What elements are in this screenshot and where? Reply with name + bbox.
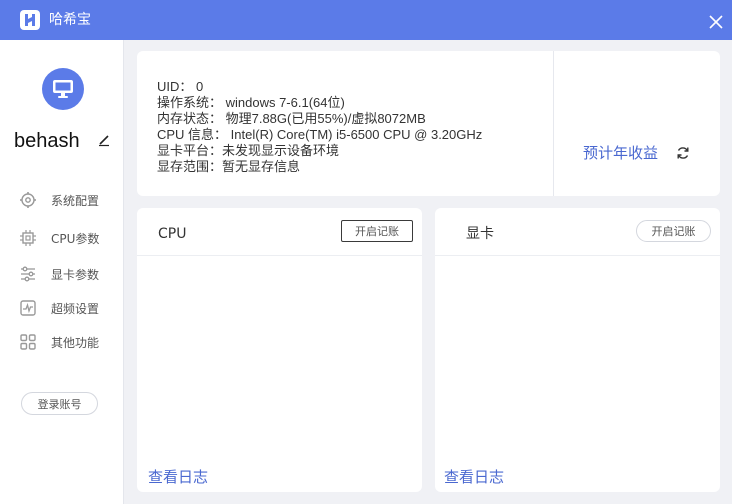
gpu-panel-title: 显卡 — [466, 226, 494, 242]
sidebar: behash 系统配置 CPU参数 显卡参数 超频设置 其他功能 登录账号 — [0, 40, 124, 504]
sidebar-item-system-config[interactable]: 系统配置 — [18, 189, 118, 211]
sidebar-item-other[interactable]: 其他功能 — [18, 331, 118, 353]
sidebar-item-overclock[interactable]: 超频设置 — [18, 297, 118, 319]
gpu-start-record-button[interactable]: 开启记账 — [636, 220, 711, 242]
gear-icon — [18, 190, 38, 210]
grid-icon — [18, 332, 38, 352]
memory-text: 内存状态： 物理7.88G(已用55%)/虚拟8072MB — [157, 111, 426, 126]
sidebar-item-cpu-params[interactable]: CPU参数 — [18, 227, 118, 249]
edit-icon[interactable] — [97, 133, 111, 147]
system-info-lines: UID： 0 操作系统： windows 7-6.1(64位) 内存状态： 物理… — [157, 79, 482, 175]
system-info-card: UID： 0 操作系统： windows 7-6.1(64位) 内存状态： 物理… — [137, 51, 720, 196]
divider — [553, 51, 554, 196]
sidebar-item-label: CPU参数 — [51, 231, 100, 246]
sidebar-item-label: 系统配置 — [51, 193, 100, 208]
cpu-panel-title: CPU — [158, 226, 187, 242]
cpu-view-log-link[interactable]: 查看日志 — [148, 467, 208, 487]
gpu-view-log-link[interactable]: 查看日志 — [444, 467, 504, 487]
sliders-icon — [18, 264, 38, 284]
refresh-icon[interactable] — [675, 145, 691, 161]
gpu-panel-header: 显卡 开启记账 — [435, 208, 720, 256]
sidebar-item-label: 显卡参数 — [51, 267, 100, 282]
monitor-icon — [53, 80, 73, 98]
app-logo-icon — [20, 10, 40, 30]
vram-text: 显存范围：暂无显存信息 — [157, 159, 301, 174]
gpu-panel: 显卡 开启记账 查看日志 — [435, 208, 720, 492]
cpu-panel-header: CPU 开启记账 — [137, 208, 422, 256]
username: behash — [14, 130, 80, 152]
gpu-platform-text: 显卡平台：未发现显示设备环境 — [157, 143, 340, 158]
close-icon[interactable] — [708, 14, 724, 30]
uid-text: UID： 0 — [157, 79, 204, 94]
avatar[interactable] — [42, 68, 84, 110]
sidebar-item-gpu-params[interactable]: 显卡参数 — [18, 263, 118, 285]
chip-icon — [18, 228, 38, 248]
login-button[interactable]: 登录账号 — [21, 392, 98, 415]
title-bar: 哈希宝 — [0, 0, 732, 40]
estimated-earnings-label[interactable]: 预计年收益 — [583, 143, 658, 163]
cpu-panel: CPU 开启记账 查看日志 — [137, 208, 422, 492]
cpu-info-text: CPU 信息： Intel(R) Core(TM) i5-6500 CPU @ … — [157, 127, 483, 142]
sidebar-item-label: 超频设置 — [51, 301, 100, 316]
sidebar-item-label: 其他功能 — [51, 335, 100, 350]
os-text: 操作系统： windows 7-6.1(64位) — [157, 95, 345, 110]
pulse-icon — [18, 298, 38, 318]
cpu-start-record-button[interactable]: 开启记账 — [341, 220, 413, 242]
app-title: 哈希宝 — [49, 12, 91, 28]
